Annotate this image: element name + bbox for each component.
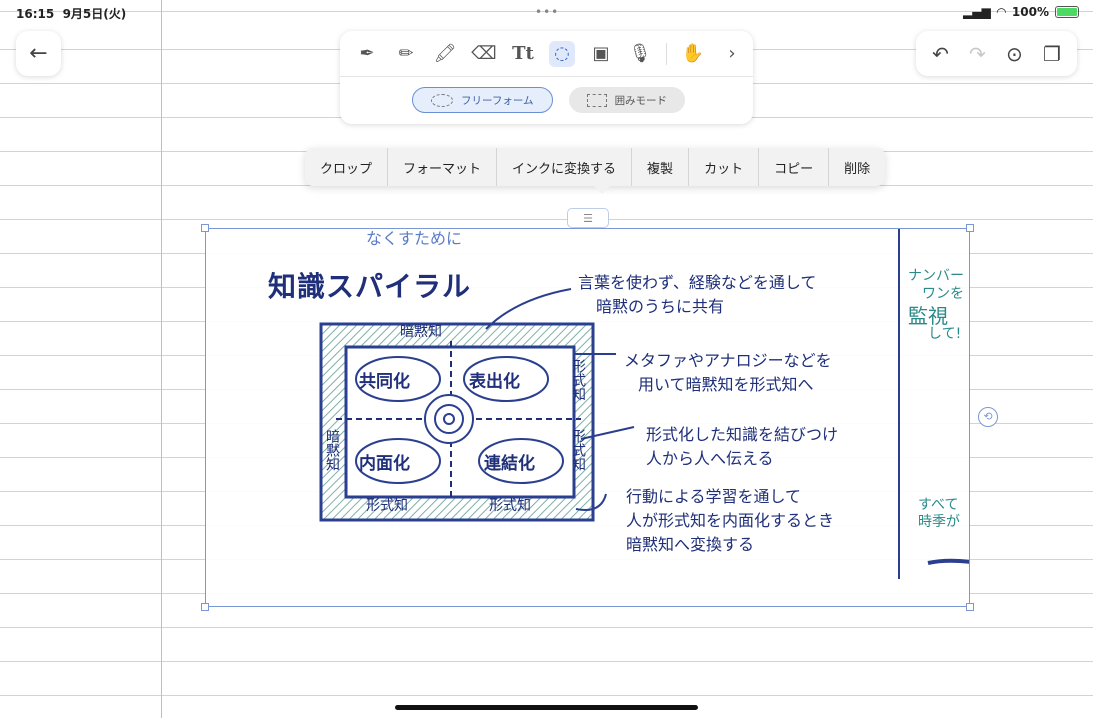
resize-handle-bl[interactable] — [201, 603, 209, 611]
redo-icon[interactable]: ↷ — [969, 42, 986, 66]
text-icon[interactable]: Tt — [510, 41, 536, 67]
more-icon[interactable]: ⊙ — [1006, 42, 1023, 66]
mic-icon[interactable]: 🎙 — [627, 41, 653, 67]
lasso-icon[interactable]: ◌ — [549, 40, 575, 67]
menu-duplicate[interactable]: 複製 — [632, 148, 690, 186]
menu-convert-ink[interactable]: インクに変換する — [497, 148, 633, 186]
menu-crop[interactable]: クロップ — [305, 148, 389, 186]
back-button[interactable]: ← — [16, 31, 61, 76]
home-indicator[interactable] — [395, 705, 698, 710]
multitask-dots-icon[interactable]: ••• — [535, 5, 559, 19]
quadrant-internalization: 内面化 — [359, 454, 410, 474]
hand-draw-icon[interactable]: ✋ — [680, 41, 706, 67]
drag-grip[interactable]: ☰ — [567, 208, 609, 228]
menu-copy[interactable]: コピー — [759, 148, 830, 186]
bottom-left-label: 形式知 — [366, 498, 408, 514]
eraser-icon[interactable]: ⌫ — [471, 41, 497, 67]
menu-pointer — [594, 186, 610, 194]
battery-percent: 100% — [1011, 5, 1049, 19]
highlighter-icon[interactable]: 🖍 — [432, 41, 458, 67]
rectangle-mode-button[interactable]: 囲みモード — [568, 87, 686, 113]
context-menu: クロップ フォーマット インクに変換する 複製 カット コピー 削除 — [305, 148, 886, 186]
signal-icon: ▂▄▆ — [963, 5, 991, 19]
note-internalization: 行動による学習を通して 人が形式知を内面化するとき 暗黙知へ変換する — [626, 487, 835, 554]
toolbar-divider — [340, 76, 753, 77]
side-right-bottom-label: 形式知 — [570, 429, 586, 471]
right-clip-text-2: すべて 時季が — [918, 497, 960, 530]
right-toolbar: ↶ ↷ ⊙ ❐ — [916, 31, 1077, 76]
grip-icon: ☰ — [583, 211, 593, 225]
drawing-toolbar: ✒ ✏ 🖍 ⌫ Tt ◌ ▣ 🎙 ✋ › フリーフォーム 囲みモード — [340, 31, 753, 124]
side-left-label: 暗黙知 — [324, 429, 340, 471]
resize-handle-br[interactable] — [966, 603, 974, 611]
note-combination: 形式化した知識を結びつけ 人から人へ伝える — [646, 425, 839, 468]
quadrant-externalization: 表出化 — [469, 372, 520, 392]
tools-row: ✒ ✏ 🖍 ⌫ Tt ◌ ▣ 🎙 ✋ › — [340, 31, 753, 76]
toolbar-separator — [666, 42, 667, 65]
side-right-top-label: 形式知 — [570, 359, 586, 401]
bottom-right-label: 形式知 — [489, 498, 531, 514]
pages-icon[interactable]: ❐ — [1043, 42, 1061, 66]
quadrant-socialization: 共同化 — [359, 372, 410, 392]
chevron-right-icon[interactable]: › — [719, 41, 745, 67]
menu-delete[interactable]: 削除 — [829, 148, 885, 186]
pen-icon[interactable]: ✒ — [354, 41, 380, 67]
right-clip-text: ナンバー ワンを 監視 して! — [908, 268, 964, 342]
selection-mode-row: フリーフォーム 囲みモード — [412, 87, 686, 113]
menu-format[interactable]: フォーマット — [388, 148, 498, 186]
arrow-left-icon: ← — [29, 41, 48, 66]
margin-line — [161, 0, 162, 718]
quadrant-combination: 連結化 — [484, 454, 535, 474]
box-top-label: 暗黙知 — [400, 324, 442, 340]
undo-icon[interactable]: ↶ — [932, 42, 949, 66]
resize-handle-tr[interactable] — [966, 224, 974, 232]
menu-cut[interactable]: カット — [689, 148, 760, 186]
note-socialization: 言葉を使わず、経験などを通して 暗黙のうちに共有 — [578, 273, 817, 316]
pencil-icon[interactable]: ✏ — [393, 41, 419, 67]
wifi-icon: ◠ — [996, 5, 1006, 19]
freeform-mode-button[interactable]: フリーフォーム — [412, 87, 553, 113]
lasso-selection[interactable]: なくすために 知識スパイラル 暗黙知 共同化 表出化 内面化 連結化 暗黙知 形… — [205, 228, 970, 607]
image-icon[interactable]: ▣ — [588, 41, 614, 67]
rect-shape-icon — [586, 93, 607, 107]
status-time: 16:15 9月5日(火) — [16, 7, 127, 21]
lasso-shape-icon — [431, 93, 453, 107]
resize-handle-tl[interactable] — [201, 224, 209, 232]
status-right: ▂▄▆ ◠ 100% — [963, 5, 1079, 19]
battery-icon — [1055, 6, 1079, 18]
note-externalization: メタファやアナロジーなどを 用いて暗黙知を形式知へ — [624, 351, 832, 394]
rotate-handle-icon[interactable]: ⟲ — [978, 407, 998, 427]
